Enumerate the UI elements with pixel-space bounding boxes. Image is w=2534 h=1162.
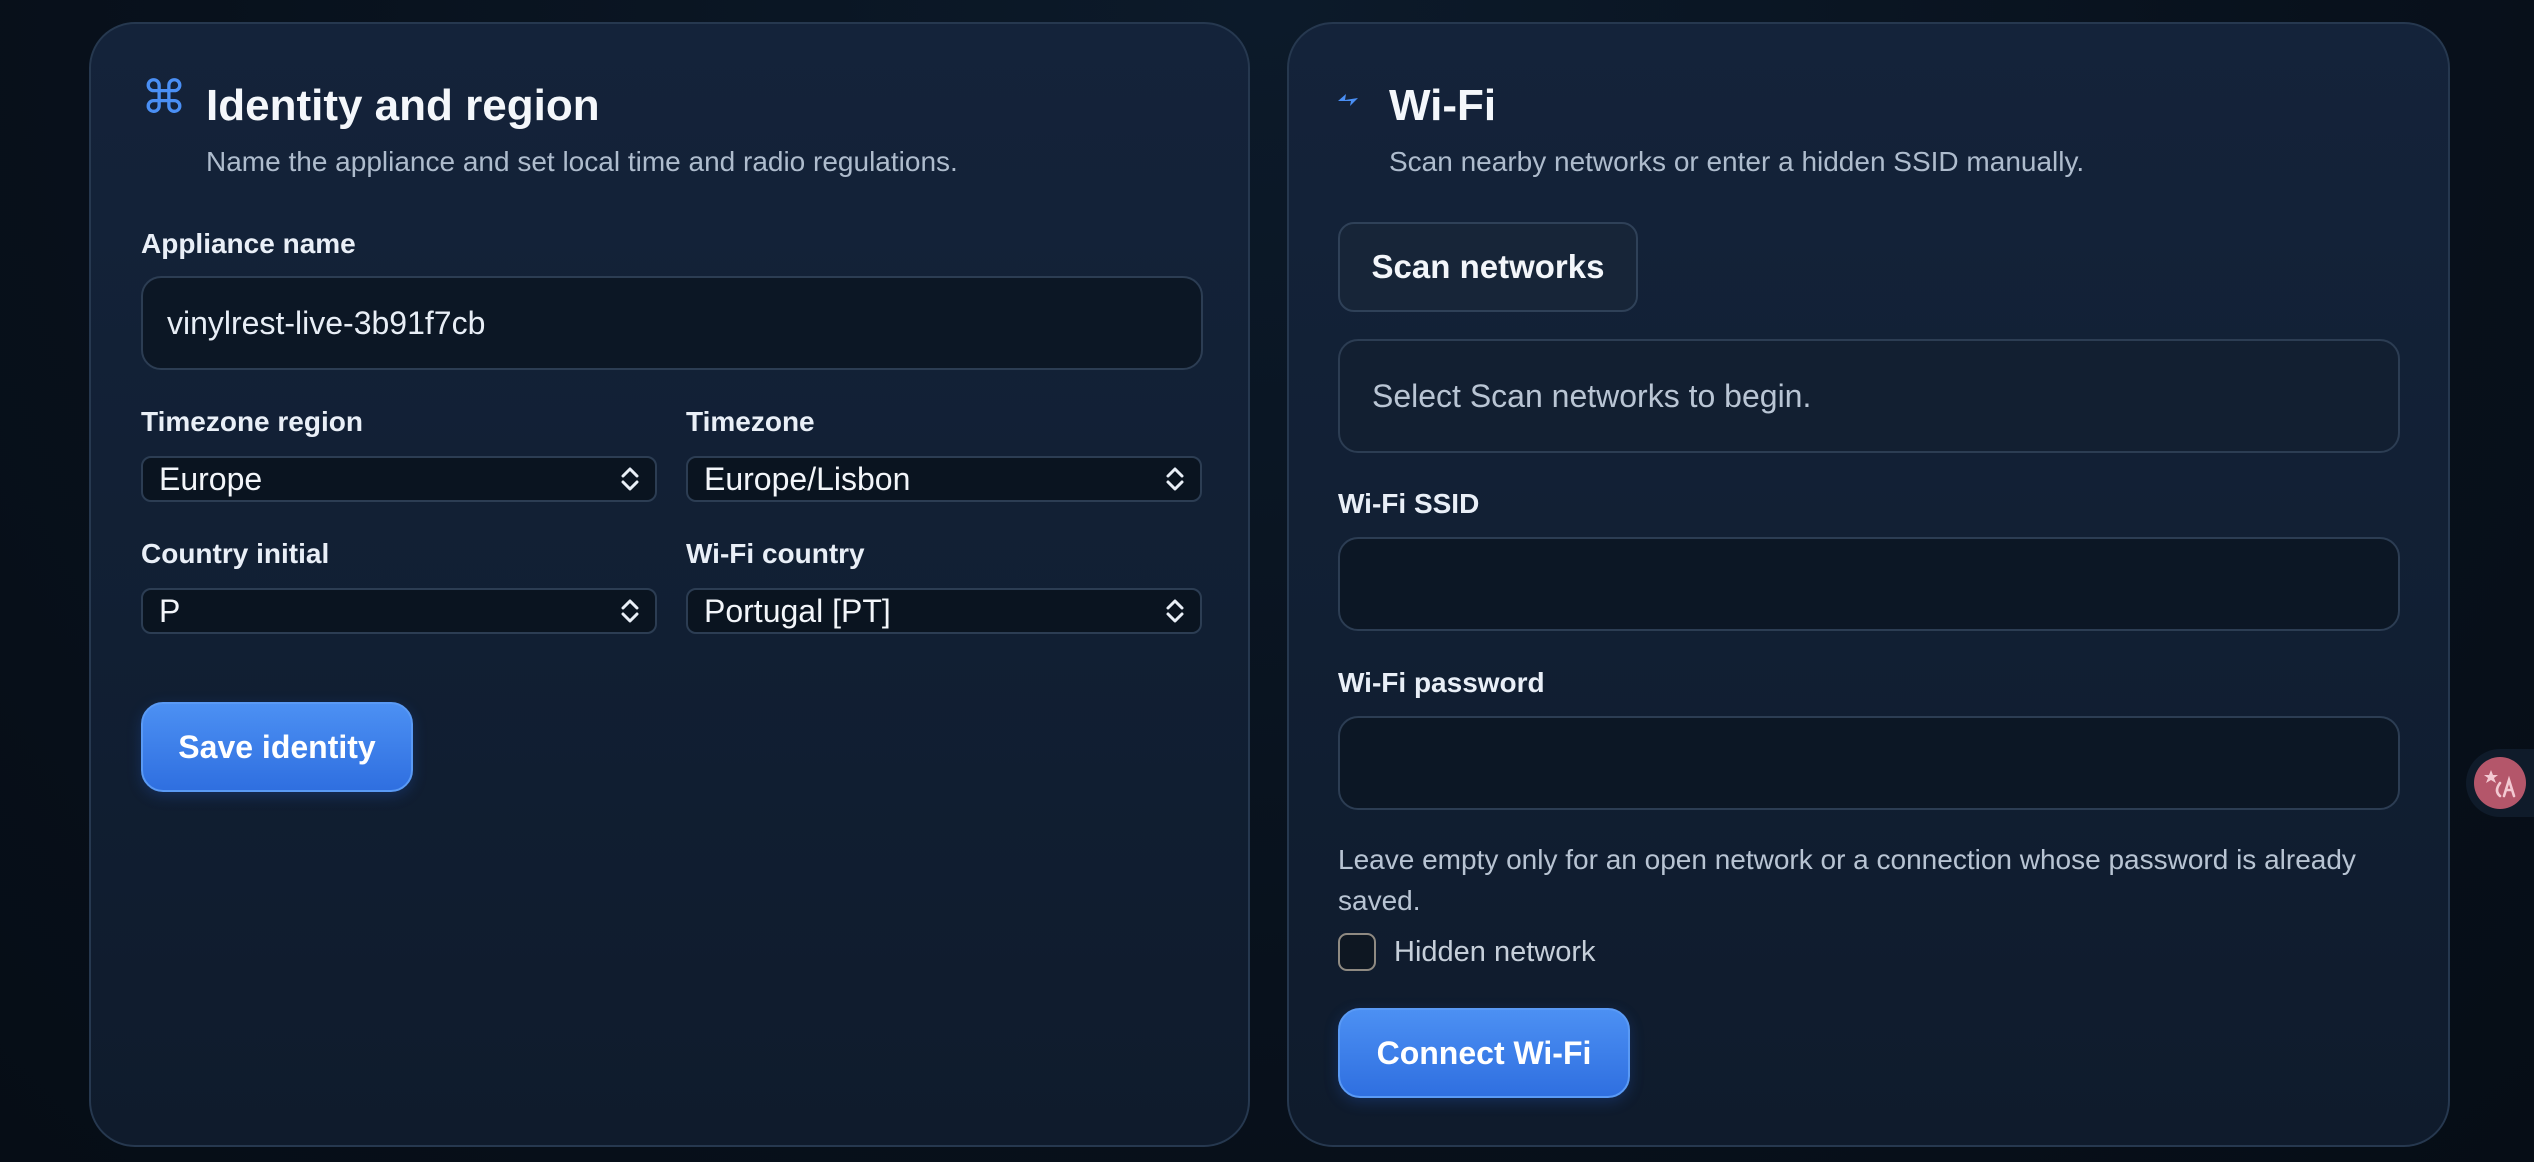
timezone-region-label: Timezone region: [141, 406, 363, 437]
country-initial-label: Country initial: [141, 538, 330, 569]
hidden-network-checkbox[interactable]: [1338, 933, 1376, 971]
select-updown-icon: [1166, 599, 1184, 623]
bolt-icon: [1335, 88, 1361, 120]
select-updown-icon: [1166, 467, 1184, 491]
timezone-region-value: Europe: [159, 460, 263, 497]
command-icon: ⌘: [141, 71, 187, 123]
wifi-subtitle: Scan nearby networks or enter a hidden S…: [1389, 146, 2085, 177]
page: ⌘ Identity and region Name the appliance…: [0, 0, 2534, 1162]
appliance-name-value: vinylrest-live-3b91f7cb: [167, 304, 486, 341]
scan-results-message: Select Scan networks to begin.: [1372, 377, 1812, 414]
translate-icon: [2474, 757, 2526, 809]
wifi-country-value: Portugal [PT]: [704, 592, 891, 629]
wifi-password-input[interactable]: [1338, 716, 2400, 810]
scan-results-box: Select Scan networks to begin.: [1338, 339, 2400, 453]
save-identity-button[interactable]: Save identity: [141, 702, 413, 792]
wifi-country-label: Wi-Fi country: [686, 538, 865, 569]
select-updown-icon: [621, 467, 639, 491]
wifi-ssid-label: Wi-Fi SSID: [1338, 488, 1480, 519]
connect-wifi-button[interactable]: Connect Wi-Fi: [1338, 1008, 1630, 1098]
password-hint: Leave empty only for an open network or …: [1338, 844, 2356, 916]
identity-subtitle: Name the appliance and set local time an…: [206, 146, 958, 177]
translate-badge[interactable]: [2466, 749, 2534, 817]
timezone-label: Timezone: [686, 406, 815, 437]
appliance-name-label: Appliance name: [141, 228, 356, 259]
appliance-name-input[interactable]: vinylrest-live-3b91f7cb: [141, 276, 1203, 370]
wifi-password-label: Wi-Fi password: [1338, 667, 1545, 698]
wifi-ssid-input[interactable]: [1338, 537, 2400, 631]
country-initial-select[interactable]: P: [141, 588, 657, 634]
scan-networks-button[interactable]: Scan networks: [1338, 222, 1638, 312]
timezone-region-select[interactable]: Europe: [141, 456, 657, 502]
timezone-select[interactable]: Europe/Lisbon: [686, 456, 1202, 502]
country-initial-value: P: [159, 592, 181, 629]
wifi-card: Wi-Fi Scan nearby networks or enter a hi…: [1287, 22, 2450, 1147]
wifi-title: Wi-Fi: [1389, 81, 1497, 130]
identity-title: Identity and region: [206, 81, 600, 130]
select-updown-icon: [621, 599, 639, 623]
identity-card: ⌘ Identity and region Name the appliance…: [89, 22, 1250, 1147]
wifi-country-select[interactable]: Portugal [PT]: [686, 588, 1202, 634]
hidden-network-label: Hidden network: [1394, 936, 1596, 968]
timezone-value: Europe/Lisbon: [704, 460, 911, 497]
